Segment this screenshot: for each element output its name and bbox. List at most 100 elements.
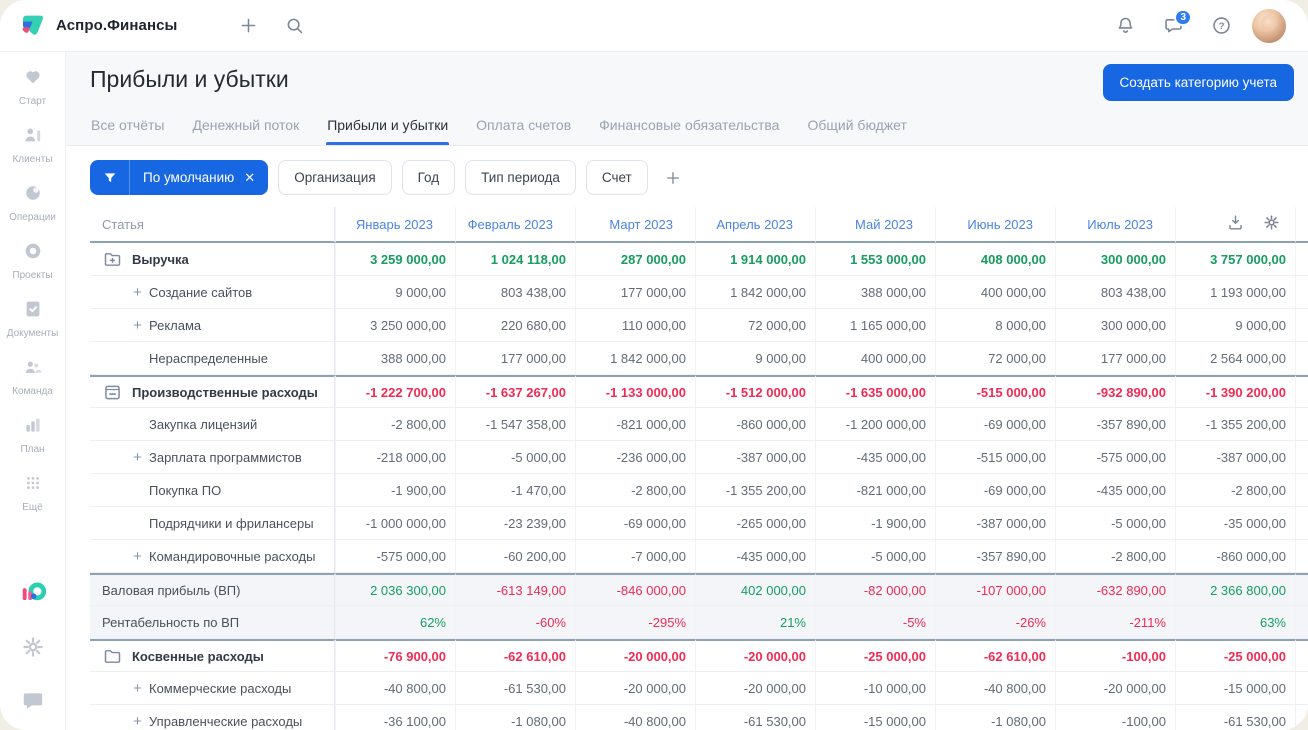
table-row: Валовая прибыль (ВП) 2 036 300,00 -613 149…: [90, 573, 1308, 606]
add-filter-icon[interactable]: [658, 163, 688, 193]
value-cell: -1 000 000,00: [335, 507, 455, 540]
value-cell: -40 800,00: [575, 705, 695, 730]
value-cell: -821 000,00: [575, 408, 695, 441]
operations-icon: [22, 182, 44, 209]
value-cell: 400 000,00: [935, 276, 1055, 309]
help-icon[interactable]: ?: [1204, 9, 1238, 43]
row-label-cell: Рентабельность по ВП: [90, 606, 335, 639]
app-logo-icon: [20, 13, 46, 39]
user-avatar[interactable]: [1252, 8, 1286, 43]
table-row: Закупка лицензий -2 800,00 -1 547 358,00 -8…: [90, 408, 1308, 441]
filter-chip-default[interactable]: По умолчанию ✕: [90, 160, 269, 195]
sidebar-item-label: Операции: [9, 212, 56, 223]
column-header-month-7: Июль 2023: [1055, 207, 1175, 243]
tab-financial-obligations[interactable]: Финансовые обязательства: [598, 111, 780, 145]
tab-profit-loss[interactable]: Прибыли и убытки: [326, 111, 450, 145]
sidebar-item-start[interactable]: Старт: [3, 66, 63, 107]
folder-plus-icon[interactable]: [102, 249, 123, 270]
expand-plus-icon[interactable]: +: [129, 449, 146, 466]
value-cell: -61 530,00: [455, 672, 575, 705]
row-spacer: [1295, 309, 1308, 342]
value-cell: 1 193 000,00: [1175, 276, 1295, 309]
filter-chip-close-icon[interactable]: ✕: [242, 170, 268, 186]
app-name: Аспро.Финансы: [56, 17, 178, 34]
filter-chip-period-type[interactable]: Тип периода: [465, 160, 576, 195]
row-label-cell: Косвенные расходы: [90, 639, 335, 672]
expand-plus-icon[interactable]: +: [129, 317, 146, 334]
table-settings-gear-icon[interactable]: [1262, 213, 1281, 235]
value-cell: 63%: [1175, 606, 1295, 639]
sidebar: Старт Клиенты Операции Проекты Документы…: [0, 52, 66, 730]
value-cell: -613 149,00: [455, 573, 575, 606]
value-cell: -60 200,00: [455, 540, 575, 573]
table-row: + Управленческие расходы -36 100,00 -1 080,…: [90, 705, 1308, 730]
tab-all-reports[interactable]: Все отчёты: [90, 111, 165, 145]
value-cell: -5 000,00: [455, 441, 575, 474]
value-cell: -1 133 000,00: [575, 375, 695, 408]
value-cell: -62 610,00: [935, 639, 1055, 672]
value-cell: -69 000,00: [935, 408, 1055, 441]
value-cell: -265 000,00: [695, 507, 815, 540]
expand-plus-icon[interactable]: +: [129, 680, 146, 697]
value-cell: 177 000,00: [455, 342, 575, 375]
row-label-cell: + Коммерческие расходы: [90, 672, 335, 705]
table-row: Покупка ПО -1 900,00 -1 470,00 -2 800,00 -1 …: [90, 474, 1308, 507]
value-cell: 1 024 118,00: [455, 243, 575, 276]
filter-chip-year[interactable]: Год: [401, 160, 456, 195]
download-icon[interactable]: [1226, 213, 1245, 235]
filter-chip-organization[interactable]: Организация: [278, 160, 392, 195]
column-header-month-6: Июнь 2023: [935, 207, 1055, 243]
sidebar-item-more[interactable]: Ещё: [3, 472, 63, 513]
value-cell: -1 637 267,00: [455, 375, 575, 408]
value-cell: -357 890,00: [935, 540, 1055, 573]
value-cell: -26%: [935, 606, 1055, 639]
expand-plus-icon[interactable]: +: [129, 713, 146, 730]
value-cell: -1 390 200,00: [1175, 375, 1295, 408]
row-label: Коммерческие расходы: [149, 680, 292, 696]
sidebar-item-projects[interactable]: Проекты: [3, 240, 63, 281]
value-cell: -2 800,00: [1055, 540, 1175, 573]
documents-icon: [22, 298, 44, 325]
search-icon[interactable]: [277, 9, 311, 43]
table-controls: [1175, 207, 1295, 243]
table-row: + Создание сайтов 9 000,00 803 438,00 177 00…: [90, 276, 1308, 309]
sidebar-item-operations[interactable]: Операции: [3, 182, 63, 223]
value-cell: -2 800,00: [575, 474, 695, 507]
value-cell: -1 635 000,00: [815, 375, 935, 408]
expand-plus-icon[interactable]: +: [129, 548, 146, 565]
value-cell: 400 000,00: [815, 342, 935, 375]
panel-minus-icon[interactable]: [102, 382, 123, 403]
value-cell: -575 000,00: [335, 540, 455, 573]
value-cell: -25 000,00: [1175, 639, 1295, 672]
sidebar-item-documents[interactable]: Документы: [3, 298, 63, 339]
start-icon: [22, 66, 44, 93]
value-cell: -846 000,00: [575, 573, 695, 606]
table-row: Рентабельность по ВП 62% -60% -295% 21% -5% -2…: [90, 606, 1308, 639]
value-cell: -575 000,00: [1055, 441, 1175, 474]
tab-bill-payment[interactable]: Оплата счетов: [475, 111, 572, 145]
svg-text:?: ?: [1218, 21, 1224, 32]
sidebar-item-label: Проекты: [12, 270, 53, 281]
filter-chip-account[interactable]: Счет: [585, 160, 648, 195]
add-icon[interactable]: [231, 9, 265, 43]
value-cell: -1 200 000,00: [815, 408, 935, 441]
settings-gear-icon[interactable]: [20, 634, 46, 660]
row-label-cell: Закупка лицензий: [90, 408, 335, 441]
tab-cash-flow[interactable]: Денежный поток: [191, 111, 300, 145]
row-label: Валовая прибыль (ВП): [102, 582, 241, 598]
sidebar-item-plan[interactable]: План: [3, 414, 63, 455]
sidebar-item-team[interactable]: Команда: [3, 356, 63, 397]
tab-general-budget[interactable]: Общий бюджет: [806, 111, 907, 145]
notifications-bell-icon[interactable]: [1108, 9, 1142, 43]
value-cell: -435 000,00: [695, 540, 815, 573]
create-category-button[interactable]: Создать категорию учета: [1102, 64, 1294, 101]
row-label-cell: + Зарплата программистов: [90, 441, 335, 474]
expand-plus-icon[interactable]: +: [129, 284, 146, 301]
mini-logo-icon[interactable]: [20, 580, 46, 606]
support-chat-icon[interactable]: [20, 688, 46, 714]
report-table-wrap: Статья Январь 2023 Февраль 2023 Март 2023 Ап…: [66, 207, 1308, 730]
clients-icon: [22, 124, 44, 151]
folder-icon[interactable]: [102, 646, 123, 667]
sidebar-item-clients[interactable]: Клиенты: [3, 124, 63, 165]
messages-icon[interactable]: 3: [1156, 8, 1192, 43]
